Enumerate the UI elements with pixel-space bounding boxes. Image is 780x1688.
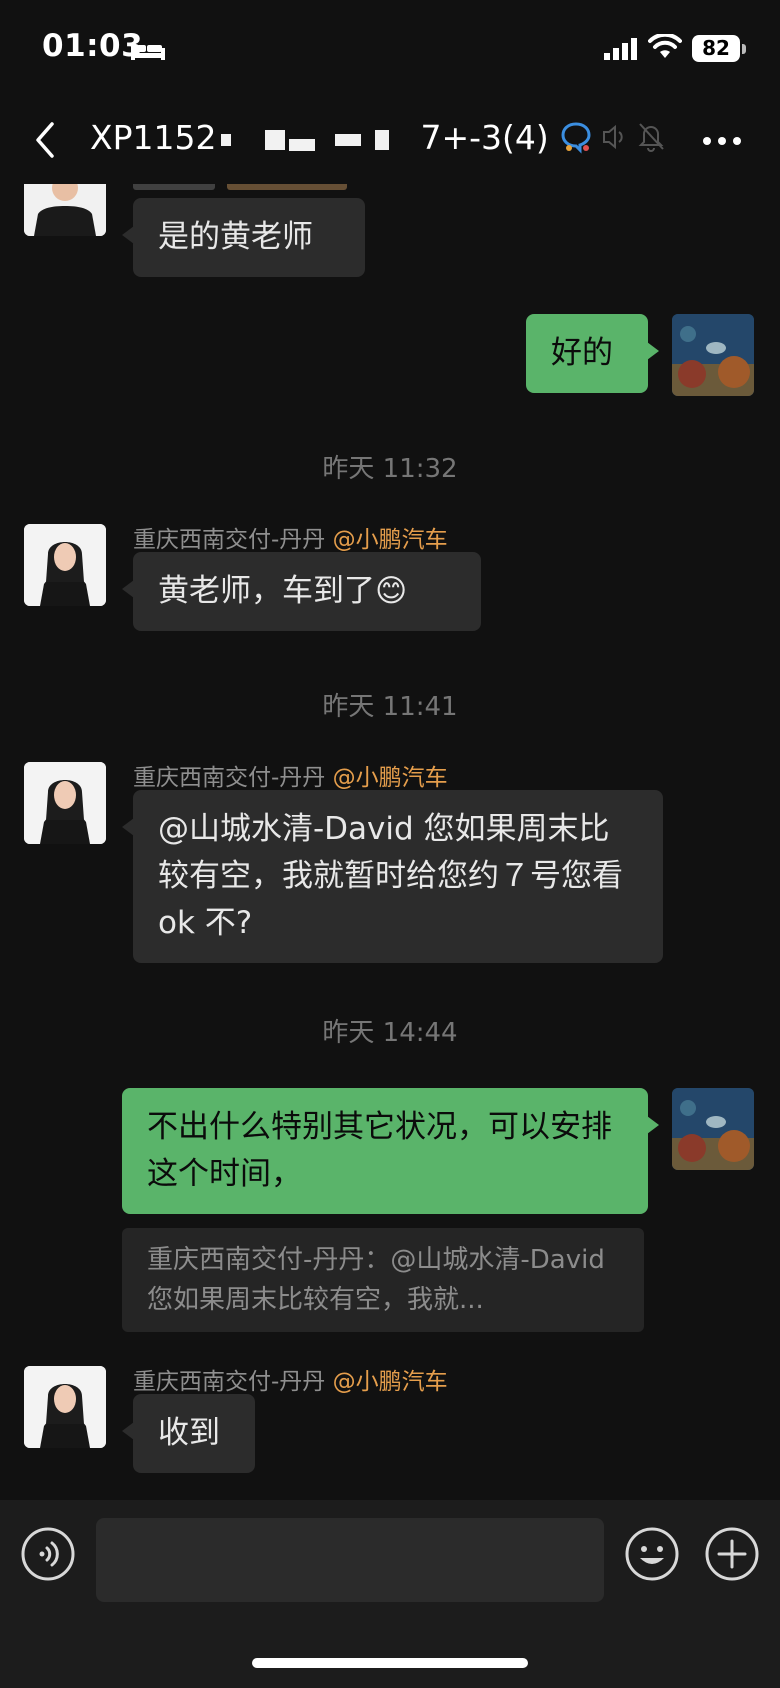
mute-icon bbox=[638, 123, 664, 152]
quoted-message[interactable]: 重庆西南交付-丹丹：@山城水清-David 您如果周末比较有空，我就... bbox=[122, 1228, 644, 1332]
battery-cap bbox=[742, 44, 746, 54]
timestamp: 昨天 11:41 bbox=[322, 692, 458, 722]
input-bar bbox=[0, 1500, 780, 1688]
sender-name-cutoff bbox=[133, 184, 347, 196]
timestamp: 昨天 11:32 bbox=[322, 454, 458, 484]
sender-company-tag: @小鹏汽车 bbox=[332, 1369, 448, 1395]
sender-company-tag: @小鹏汽车 bbox=[332, 527, 448, 553]
signal-icon bbox=[604, 38, 637, 60]
sender-line: 重庆西南交付-丹丹 @小鹏汽车 bbox=[133, 520, 448, 554]
title-redaction-mask bbox=[334, 133, 361, 146]
avatar[interactable] bbox=[24, 762, 106, 844]
message-input[interactable] bbox=[96, 1518, 604, 1602]
chat-title-prefix: XP1152 bbox=[90, 118, 217, 157]
group-badge-icon bbox=[561, 122, 591, 154]
sender-line: 重庆西南交付-丹丹 @小鹏汽车 bbox=[133, 1362, 448, 1396]
sender-name: 重庆西南交付-丹丹 bbox=[133, 765, 326, 791]
sender-name: 重庆西南交付-丹丹 bbox=[133, 1369, 326, 1395]
message-text: 收到 bbox=[158, 1415, 220, 1451]
battery-indicator: 82 bbox=[692, 35, 740, 62]
avatar[interactable] bbox=[672, 314, 754, 396]
bed-icon bbox=[131, 44, 165, 60]
title-redaction-mask bbox=[288, 138, 315, 151]
sender-name: 重庆西南交付-丹丹 bbox=[133, 527, 326, 553]
message-bubble[interactable]: 不出什么特别其它状况，可以安排这个时间， bbox=[122, 1088, 659, 1214]
message-text: 黄老师，车到了😊 bbox=[158, 573, 408, 609]
voice-icon[interactable] bbox=[20, 1526, 76, 1582]
wifi-icon bbox=[648, 34, 682, 58]
avatar-woman-image bbox=[24, 1366, 106, 1448]
timestamp: 昨天 14:44 bbox=[322, 1018, 458, 1048]
message-bubble[interactable]: 收到 bbox=[122, 1394, 255, 1473]
message-bubble[interactable]: 是的黄老师 bbox=[122, 198, 365, 277]
message-text: @山城水清-David 您如果周末比较有空，我就暂时给您约７号您看 ok 不? bbox=[158, 811, 623, 941]
avatar-man-image bbox=[24, 184, 106, 236]
avatar[interactable] bbox=[24, 524, 106, 606]
avatar[interactable] bbox=[24, 1366, 106, 1448]
title-redaction-mask bbox=[264, 129, 285, 150]
avatar-woman-image bbox=[24, 762, 106, 844]
message-bubble[interactable]: 好的 bbox=[526, 314, 659, 393]
avatar-woman-image bbox=[24, 524, 106, 606]
speaker-icon bbox=[603, 124, 623, 150]
plus-icon[interactable] bbox=[704, 1526, 760, 1582]
message-list[interactable]: 是的黄老师 好的 昨天 11:32 重庆西南交付-丹丹 @小鹏汽车 黄老师，车到… bbox=[0, 184, 780, 1500]
avatar-aquarium-image bbox=[672, 1088, 754, 1170]
status-time: 01:03 bbox=[42, 28, 144, 64]
avatar-aquarium-image bbox=[672, 314, 754, 396]
message-text: 是的黄老师 bbox=[158, 219, 313, 255]
status-bar: 01:03 82 bbox=[0, 0, 780, 100]
avatar[interactable] bbox=[24, 184, 106, 236]
quoted-text: 重庆西南交付-丹丹：@山城水清-David 您如果周末比较有空，我就... bbox=[147, 1245, 605, 1315]
emoji-icon[interactable] bbox=[624, 1526, 680, 1582]
sender-line: 重庆西南交付-丹丹 @小鹏汽车 bbox=[133, 758, 448, 792]
home-indicator[interactable] bbox=[252, 1658, 528, 1668]
message-bubble[interactable]: 黄老师，车到了😊 bbox=[122, 552, 481, 631]
message-bubble[interactable]: @山城水清-David 您如果周末比较有空，我就暂时给您约７号您看 ok 不? bbox=[122, 790, 663, 963]
more-icon[interactable] bbox=[702, 136, 742, 146]
message-text: 好的 bbox=[551, 335, 613, 371]
back-icon[interactable] bbox=[30, 118, 60, 162]
sender-company-tag: @小鹏汽车 bbox=[332, 765, 448, 791]
chat-title[interactable]: XP1152 7+-3(4) bbox=[90, 118, 549, 157]
chat-header: XP1152 7+-3(4) bbox=[0, 100, 780, 184]
title-redaction-mask bbox=[374, 129, 389, 150]
chat-title-suffix: 7+-3(4) bbox=[420, 118, 549, 157]
title-redaction-mask bbox=[220, 133, 231, 146]
message-text: 不出什么特别其它状况，可以安排这个时间， bbox=[147, 1109, 612, 1192]
avatar[interactable] bbox=[672, 1088, 754, 1170]
